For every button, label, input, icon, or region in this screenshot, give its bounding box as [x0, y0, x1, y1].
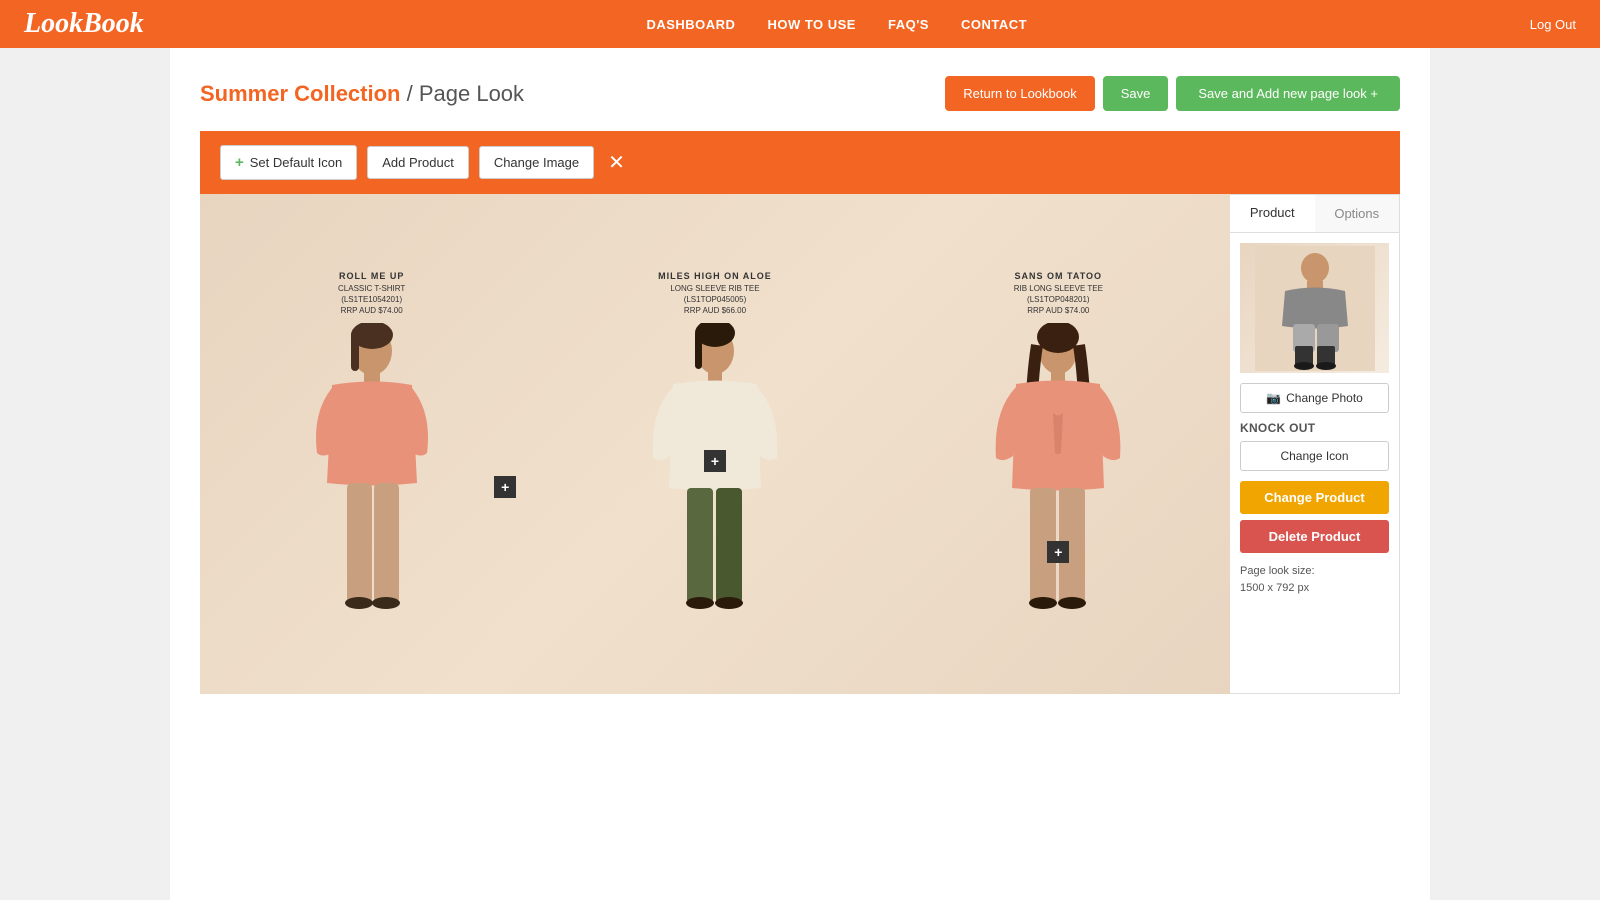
- close-toolbar-button[interactable]: ✕: [608, 150, 625, 175]
- figure-svg-right: [988, 323, 1128, 618]
- change-icon-button[interactable]: Change Icon: [1240, 441, 1389, 471]
- set-default-label: Set Default Icon: [250, 155, 343, 170]
- nav: DASHBOARD HOW TO USE FAQ'S CONTACT: [646, 17, 1027, 32]
- delete-product-label: Delete Product: [1269, 529, 1361, 544]
- nav-dashboard[interactable]: DASHBOARD: [646, 17, 735, 32]
- camera-icon: 📷: [1266, 391, 1281, 405]
- delete-product-button[interactable]: Delete Product: [1240, 520, 1389, 553]
- panel-product-svg: [1255, 246, 1375, 371]
- change-icon-label: Change Icon: [1280, 449, 1348, 463]
- product-figure-left: ROLL ME UP CLASSIC T-SHIRT (LS1TE1054201…: [217, 270, 526, 617]
- right-panel: Product Options: [1230, 194, 1400, 694]
- add-product-button[interactable]: Add Product: [367, 146, 469, 179]
- plus-icon: +: [235, 154, 244, 171]
- change-image-button[interactable]: Change Image: [479, 146, 594, 179]
- change-photo-button[interactable]: 📷 Change Photo: [1240, 383, 1389, 413]
- change-product-button[interactable]: Change Product: [1240, 481, 1389, 514]
- set-default-icon-button[interactable]: + Set Default Icon: [220, 145, 357, 180]
- nav-faqs[interactable]: FAQ'S: [888, 17, 929, 32]
- content-area: ROLL ME UP CLASSIC T-SHIRT (LS1TE1054201…: [200, 194, 1400, 694]
- product-info-right: SANS OM TATOO RIB LONG SLEEVE TEE (LS1TO…: [1014, 270, 1103, 316]
- return-to-lookbook-button[interactable]: Return to Lookbook: [945, 76, 1094, 111]
- change-image-label: Change Image: [494, 155, 579, 170]
- panel-content: 📷 Change Photo KNOCK OUT Change Icon Cha…: [1230, 233, 1399, 606]
- save-add-button[interactable]: Save and Add new page look +: [1176, 76, 1400, 111]
- page-look-size: Page look size: 1500 x 792 px: [1240, 563, 1389, 596]
- breadcrumb-page: Page Look: [419, 81, 524, 106]
- product-info-left: ROLL ME UP CLASSIC T-SHIRT (LS1TE1054201…: [338, 270, 405, 316]
- save-button[interactable]: Save: [1103, 76, 1169, 111]
- main-content: Summer Collection / Page Look Return to …: [170, 48, 1430, 900]
- plus-marker-right[interactable]: +: [1047, 541, 1069, 563]
- add-product-label: Add Product: [382, 155, 454, 170]
- plus-marker-center[interactable]: +: [704, 450, 726, 472]
- breadcrumb-collection: Summer Collection: [200, 81, 400, 106]
- change-photo-label: Change Photo: [1286, 391, 1363, 405]
- product-thumbnail: [1240, 243, 1389, 373]
- figure-svg-left: [302, 323, 442, 618]
- plus-marker-left[interactable]: +: [494, 476, 516, 498]
- breadcrumb-separator: /: [407, 81, 419, 106]
- breadcrumb: Summer Collection / Page Look: [200, 81, 524, 107]
- nav-contact[interactable]: CONTACT: [961, 17, 1027, 32]
- tab-product[interactable]: Product: [1230, 195, 1315, 232]
- logout-button[interactable]: Log Out: [1530, 17, 1576, 32]
- header: LookBook DASHBOARD HOW TO USE FAQ'S CONT…: [0, 0, 1600, 48]
- page-look-size-value: 1500 x 792 px: [1240, 582, 1309, 594]
- nav-how-to-use[interactable]: HOW TO USE: [767, 17, 856, 32]
- page-look-size-label: Page look size:: [1240, 565, 1315, 577]
- knockout-label: KNOCK OUT: [1240, 421, 1389, 435]
- product-figure-right: SANS OM TATOO RIB LONG SLEEVE TEE (LS1TO…: [904, 270, 1213, 617]
- lookbook-image: ROLL ME UP CLASSIC T-SHIRT (LS1TE1054201…: [200, 194, 1230, 694]
- toolbar: + Set Default Icon Add Product Change Im…: [200, 131, 1400, 194]
- product-info-center: MILES HIGH ON ALOE LONG SLEEVE RIB TEE (…: [658, 270, 772, 316]
- breadcrumb-area: Summer Collection / Page Look Return to …: [170, 48, 1430, 131]
- logo: LookBook: [24, 8, 144, 40]
- tab-options[interactable]: Options: [1315, 195, 1400, 232]
- change-product-label: Change Product: [1264, 490, 1364, 505]
- image-container: ROLL ME UP CLASSIC T-SHIRT (LS1TE1054201…: [200, 194, 1230, 694]
- actions-bar: Return to Lookbook Save Save and Add new…: [945, 76, 1400, 111]
- panel-tabs: Product Options: [1230, 195, 1399, 233]
- product-figure-center: MILES HIGH ON ALOE LONG SLEEVE RIB TEE (…: [560, 270, 869, 617]
